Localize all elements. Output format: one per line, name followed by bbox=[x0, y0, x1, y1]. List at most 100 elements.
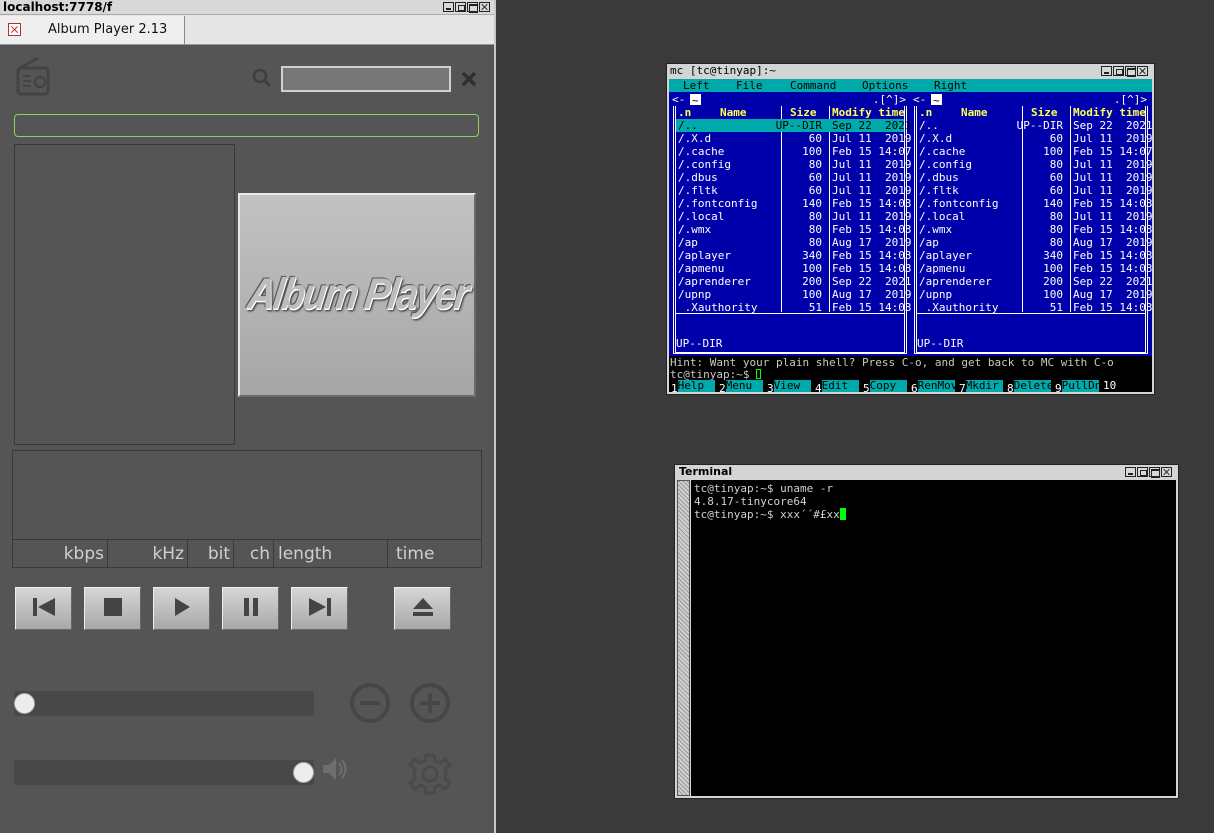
file-row[interactable]: /upnp 100 Aug 17 2019 bbox=[676, 288, 911, 301]
column-header-modify-time[interactable]: Modify time bbox=[1073, 106, 1146, 119]
file-row[interactable]: /.dbus 60 Jul 11 2019 bbox=[917, 171, 1152, 184]
file-name: /.wmx bbox=[919, 223, 953, 236]
playlist-panel[interactable] bbox=[14, 144, 235, 445]
close-icon[interactable] bbox=[479, 2, 490, 12]
restore-icon[interactable] bbox=[1113, 66, 1124, 76]
menu-left[interactable]: Left bbox=[683, 79, 710, 92]
panel-nav-left[interactable]: <- bbox=[672, 93, 685, 106]
close-icon[interactable] bbox=[460, 70, 478, 88]
fkey-3[interactable]: 3View bbox=[765, 380, 811, 392]
tab-album-player[interactable]: Album Player 2.13 bbox=[0, 16, 185, 44]
mc-titlebar[interactable]: mc [tc@tinyap]:~ bbox=[667, 64, 1154, 78]
file-row[interactable]: /.. UP--DIR Sep 22 2021 bbox=[917, 119, 1152, 132]
seek-slider[interactable] bbox=[14, 691, 314, 716]
file-row[interactable]: /.cache 100 Feb 15 14:07 bbox=[676, 145, 911, 158]
file-row[interactable]: /upnp 100 Aug 17 2019 bbox=[917, 288, 1152, 301]
file-row[interactable]: /.X.d 60 Jul 11 2019 bbox=[676, 132, 911, 145]
file-row[interactable]: /.fontconfig 140 Feb 15 14:03 bbox=[676, 197, 911, 210]
file-row[interactable]: /.fltk 60 Jul 11 2019 bbox=[676, 184, 911, 197]
fkey-5[interactable]: 5Copy bbox=[861, 380, 907, 392]
file-row[interactable]: /.fontconfig 140 Feb 15 14:03 bbox=[917, 197, 1152, 210]
column-header-name[interactable]: Name bbox=[961, 106, 988, 119]
file-row[interactable]: /.wmx 80 Feb 15 14:03 bbox=[917, 223, 1152, 236]
column-header-size[interactable]: Size bbox=[1031, 106, 1058, 119]
radio-icon[interactable] bbox=[16, 56, 50, 96]
file-row[interactable]: /.local 80 Jul 11 2019 bbox=[676, 210, 911, 223]
seek-slider-handle[interactable] bbox=[14, 693, 35, 714]
mc-left-panel[interactable]: <- ~ .[^]> .n Name Size Modify time /.. UP--DIR S… bbox=[669, 92, 912, 370]
terminal-screen[interactable]: tc@tinyap:~$ uname -r 4.8.17-tinycore64 … bbox=[691, 480, 1176, 796]
column-header-modify-time[interactable]: Modify time bbox=[832, 106, 905, 119]
file-row[interactable]: /.config 80 Jul 11 2019 bbox=[917, 158, 1152, 171]
file-row[interactable]: /.X.d 60 Jul 11 2019 bbox=[917, 132, 1152, 145]
file-size: 140 bbox=[802, 197, 822, 210]
eject-button[interactable] bbox=[394, 587, 451, 630]
file-row[interactable]: /.cache 100 Feb 15 14:07 bbox=[917, 145, 1152, 158]
play-button[interactable] bbox=[153, 587, 210, 630]
close-icon[interactable] bbox=[1137, 66, 1148, 76]
minimize-icon[interactable] bbox=[1101, 66, 1112, 76]
pause-button[interactable] bbox=[222, 587, 279, 630]
file-row[interactable]: /ap 80 Aug 17 2019 bbox=[676, 236, 911, 249]
file-row[interactable]: /.wmx 80 Feb 15 14:03 bbox=[676, 223, 911, 236]
file-row[interactable]: /.. UP--DIR Sep 22 2021 bbox=[676, 119, 911, 132]
fkey-1[interactable]: 1Help bbox=[669, 380, 715, 392]
file-row[interactable]: .Xauthority 51 Feb 15 14:03 bbox=[676, 301, 912, 314]
close-icon[interactable] bbox=[1161, 467, 1172, 477]
volume-slider[interactable] bbox=[14, 760, 314, 785]
fkey-4[interactable]: 4Edit bbox=[813, 380, 859, 392]
file-row[interactable]: /aplayer 340 Feb 15 14:03 bbox=[676, 249, 911, 262]
stop-button[interactable] bbox=[84, 587, 141, 630]
column-header-name[interactable]: Name bbox=[720, 106, 747, 119]
browser-titlebar[interactable]: localhost:7778/f bbox=[0, 0, 494, 15]
volume-slider-handle[interactable] bbox=[293, 762, 314, 783]
file-row[interactable]: /aprenderer 200 Sep 22 2021 bbox=[917, 275, 1152, 288]
fkey-8[interactable]: 8Delete bbox=[1005, 380, 1051, 392]
panel-nav-right[interactable]: .[^]> bbox=[1114, 93, 1147, 106]
file-row[interactable]: /apmenu 100 Feb 15 14:03 bbox=[676, 262, 911, 275]
search-icon[interactable] bbox=[252, 68, 272, 88]
gear-icon[interactable] bbox=[408, 749, 452, 799]
fkey-7[interactable]: 7Mkdir bbox=[957, 380, 1003, 392]
speaker-icon[interactable] bbox=[320, 754, 350, 784]
fkey-number: 6 bbox=[909, 382, 918, 392]
restore-icon[interactable] bbox=[1137, 467, 1148, 477]
status-field[interactable] bbox=[14, 114, 479, 137]
file-row[interactable]: /.config 80 Jul 11 2019 bbox=[676, 158, 911, 171]
file-name: /.fontconfig bbox=[919, 197, 999, 210]
file-row[interactable]: /ap 80 Aug 17 2019 bbox=[917, 236, 1152, 249]
fkey-2[interactable]: 2Menu bbox=[717, 380, 763, 392]
search-input[interactable] bbox=[281, 66, 451, 92]
mc-right-panel[interactable]: <- ~ .[^]> .n Name Size Modify time /.. UP--DIR S… bbox=[910, 92, 1152, 370]
previous-button[interactable] bbox=[15, 587, 72, 630]
maximize-icon[interactable] bbox=[1125, 66, 1136, 77]
menu-options[interactable]: Options bbox=[862, 79, 908, 92]
minimize-icon[interactable] bbox=[443, 2, 454, 12]
terminal-scrollbar[interactable] bbox=[677, 480, 690, 796]
menu-file[interactable]: File bbox=[736, 79, 763, 92]
next-button[interactable] bbox=[291, 587, 348, 630]
panel-nav-left[interactable]: <- bbox=[913, 93, 926, 106]
file-row[interactable]: /.local 80 Jul 11 2019 bbox=[917, 210, 1152, 223]
file-row[interactable]: /apmenu 100 Feb 15 14:03 bbox=[917, 262, 1152, 275]
menu-command[interactable]: Command bbox=[790, 79, 836, 92]
file-row[interactable]: /aplayer 340 Feb 15 14:03 bbox=[917, 249, 1152, 262]
fkey-6[interactable]: 6RenMov bbox=[909, 380, 955, 392]
minimize-icon[interactable] bbox=[1125, 467, 1136, 477]
mc-command-line[interactable]: tc@tinyap:~$ bbox=[669, 369, 1152, 380]
fkey-10[interactable]: 10Quit bbox=[1101, 379, 1152, 392]
file-row[interactable]: /.dbus 60 Jul 11 2019 bbox=[676, 171, 911, 184]
maximize-icon[interactable] bbox=[467, 2, 478, 13]
column-header-size[interactable]: Size bbox=[790, 106, 817, 119]
file-row[interactable]: /aprenderer 200 Sep 22 2021 bbox=[676, 275, 911, 288]
restore-icon[interactable] bbox=[455, 2, 466, 12]
terminal-titlebar[interactable]: Terminal bbox=[675, 465, 1178, 479]
panel-nav-right[interactable]: .[^]> bbox=[873, 93, 906, 106]
file-row[interactable]: .Xauthority 51 Feb 15 14:03 bbox=[917, 301, 1152, 314]
fkey-9[interactable]: 9PullDn bbox=[1053, 380, 1099, 392]
file-row[interactable]: /.fltk 60 Jul 11 2019 bbox=[917, 184, 1152, 197]
minus-circle-icon[interactable] bbox=[348, 681, 392, 725]
maximize-icon[interactable] bbox=[1149, 467, 1160, 478]
plus-circle-icon[interactable] bbox=[408, 681, 452, 725]
menu-right[interactable]: Right bbox=[934, 79, 967, 92]
